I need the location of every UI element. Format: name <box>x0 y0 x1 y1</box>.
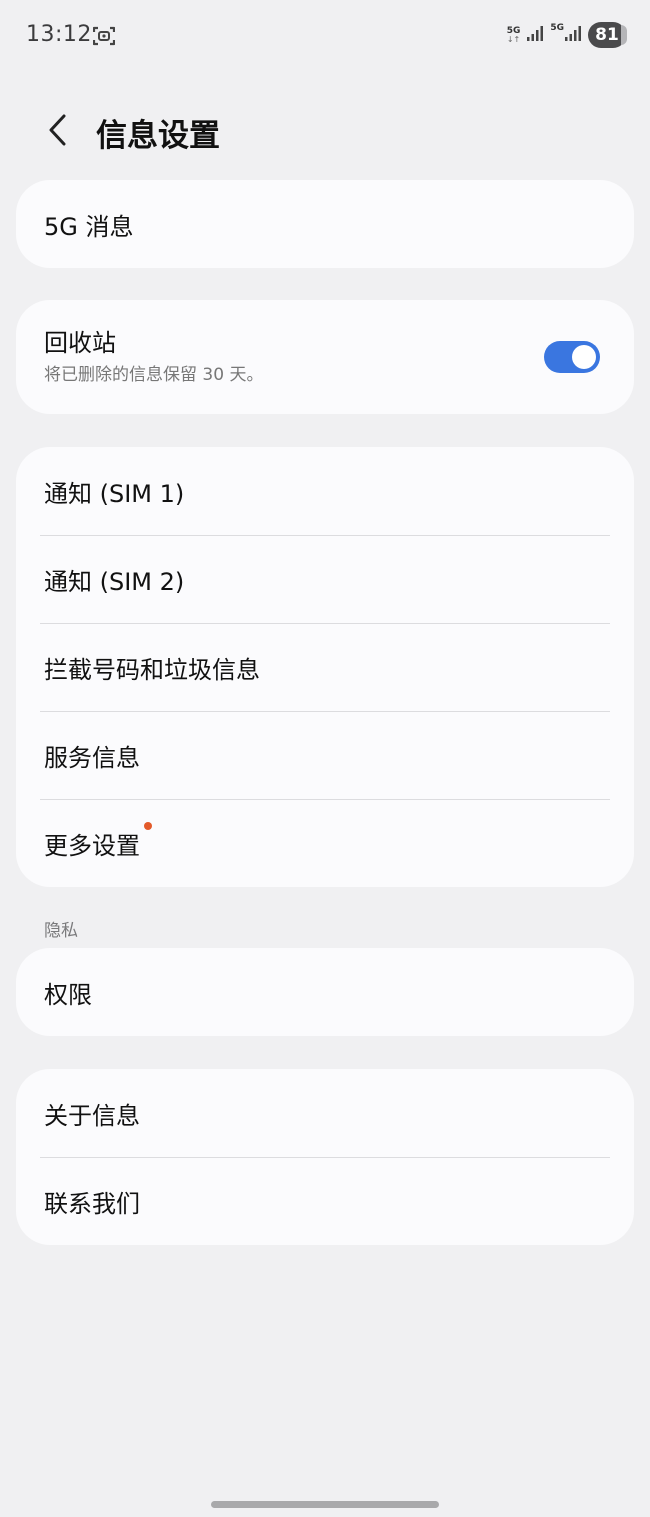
menu-item-label: 通知 (SIM 1) <box>44 479 185 508</box>
page-title: 信息设置 <box>96 118 220 154</box>
recycle-bin-title: 回收站 <box>44 329 116 357</box>
menu-item-permissions[interactable]: 权限 <box>16 948 634 1036</box>
status-bar: 13:12 5G ↓↑ 5G 81 <box>0 0 650 70</box>
menu-item-label: 服务信息 <box>44 743 140 772</box>
menu-item-about-messages[interactable]: 关于信息 <box>16 1069 634 1157</box>
sim2-network-label: 5G <box>550 23 564 33</box>
recycle-bin-row[interactable]: 回收站 将已删除的信息保留 30 天。 <box>16 300 634 414</box>
menu-item-label: 通知 (SIM 2) <box>44 567 185 596</box>
home-indicator[interactable] <box>211 1501 439 1508</box>
recycle-bin-toggle[interactable] <box>544 341 600 373</box>
section-label-privacy: 隐私 <box>44 921 78 941</box>
menu-item-notifications-sim1[interactable]: 通知 (SIM 1) <box>16 447 634 535</box>
card-recycle-bin: 回收站 将已删除的信息保留 30 天。 <box>16 300 634 414</box>
menu-item-label: 关于信息 <box>44 1101 140 1130</box>
status-time: 13:12 <box>26 22 92 47</box>
menu-item-more-settings[interactable]: 更多设置 <box>16 799 634 887</box>
menu-item-label: 5G 消息 <box>44 212 134 241</box>
recycle-bin-subtitle: 将已删除的信息保留 30 天。 <box>44 365 264 385</box>
more-settings-text: 更多设置 <box>44 831 140 860</box>
menu-item-notifications-sim2[interactable]: 通知 (SIM 2) <box>16 535 634 623</box>
sim1-network-indicator: 5G ↓↑ <box>506 26 521 44</box>
status-indicators: 5G ↓↑ 5G 81 <box>506 22 627 48</box>
card-privacy: 权限 <box>16 948 634 1036</box>
menu-item-label: 联系我们 <box>44 1189 140 1218</box>
screenshot-icon <box>92 26 116 46</box>
card-about: 关于信息 联系我们 <box>16 1069 634 1245</box>
back-button[interactable] <box>36 108 80 152</box>
menu-item-label: 拦截号码和垃圾信息 <box>44 655 260 684</box>
chevron-left-icon <box>49 114 66 146</box>
menu-item-label: 更多设置 <box>44 821 152 861</box>
card-5g-message: 5G 消息 <box>16 180 634 268</box>
sim2-signal-icon <box>564 24 582 46</box>
menu-item-block-spam[interactable]: 拦截号码和垃圾信息 <box>16 623 634 711</box>
menu-item-label: 权限 <box>44 980 92 1009</box>
data-activity-icon: ↓↑ <box>506 34 521 44</box>
recycle-bin-text: 回收站 将已删除的信息保留 30 天。 <box>44 326 263 388</box>
battery-indicator: 81 <box>588 22 627 48</box>
menu-item-5g-message[interactable]: 5G 消息 <box>16 180 634 268</box>
menu-item-contact-us[interactable]: 联系我们 <box>16 1157 634 1245</box>
menu-item-service-messages[interactable]: 服务信息 <box>16 711 634 799</box>
card-settings-list: 通知 (SIM 1) 通知 (SIM 2) 拦截号码和垃圾信息 服务信息 更多设… <box>16 447 634 887</box>
sim1-signal-icon <box>526 24 544 46</box>
new-badge-dot <box>144 821 152 830</box>
sim2-network-indicator: 5G <box>550 24 582 46</box>
battery-level: 81 <box>595 25 619 45</box>
